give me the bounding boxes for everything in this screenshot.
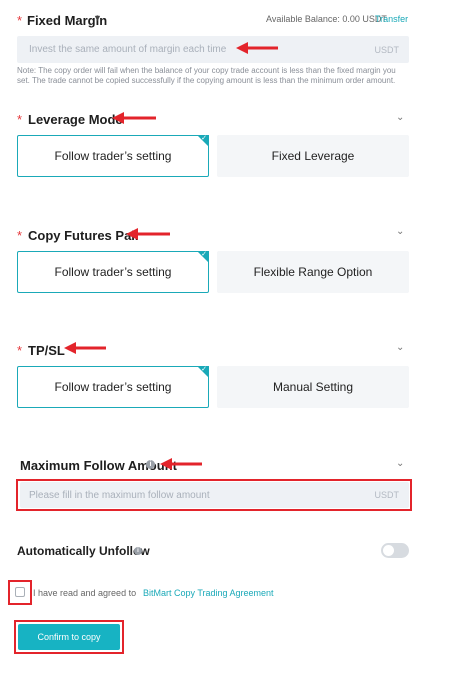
agreement-link[interactable]: BitMart Copy Trading Agreement: [143, 588, 274, 598]
fixed-margin-placeholder: Invest the same amount of margin each ti…: [29, 44, 227, 55]
required-star: *: [17, 13, 23, 28]
tpsl-option-follow[interactable]: Follow trader’s setting ✓: [17, 366, 209, 408]
required-star: *: [17, 228, 23, 243]
leverage-option-fixed[interactable]: Fixed Leverage: [217, 135, 409, 177]
check-icon: ✓: [201, 251, 207, 258]
fixed-margin-unit: USDT: [374, 44, 400, 55]
agreement-text: I have read and agreed to: [33, 588, 137, 598]
available-balance: Available Balance: 0.00 USDT: [266, 14, 387, 24]
check-icon: ✓: [201, 366, 207, 373]
caret-down-icon[interactable]: ▼: [93, 13, 102, 23]
info-icon[interactable]: i: [146, 460, 155, 469]
leverage-option-follow-label: Follow trader’s setting: [54, 149, 172, 163]
fixed-margin-note: Note: The copy order will fail when the …: [17, 66, 396, 85]
leverage-option-follow[interactable]: Follow trader’s setting ✓: [17, 135, 209, 177]
red-arrow-icon: [160, 458, 202, 470]
red-arrow-icon: [112, 112, 156, 124]
agreement-checkbox[interactable]: [15, 587, 25, 597]
info-icon[interactable]: i: [134, 547, 142, 555]
tpsl-option-follow-label: Follow trader’s setting: [54, 380, 172, 394]
fixed-margin-input[interactable]: Invest the same amount of margin each ti…: [17, 36, 409, 63]
leverage-option-fixed-label: Fixed Leverage: [271, 149, 355, 163]
chevron-down-icon[interactable]: ⌄: [396, 342, 404, 353]
check-icon: ✓: [201, 135, 207, 142]
confirm-to-copy-button[interactable]: Confirm to copy: [18, 624, 120, 650]
tpsl-option-manual-label: Manual Setting: [272, 380, 354, 394]
annotation-box: [16, 479, 412, 511]
chevron-down-icon[interactable]: ⌄: [396, 458, 404, 469]
pair-option-flexible-label: Flexible Range Option: [253, 265, 373, 279]
red-arrow-icon: [236, 42, 278, 54]
pair-option-follow-label: Follow trader’s setting: [54, 265, 172, 279]
required-star: *: [17, 343, 23, 358]
auto-unfollow-label: Automatically Unfollow: [17, 544, 150, 558]
red-arrow-icon: [126, 228, 170, 240]
tpsl-label: TP/SL: [28, 343, 65, 358]
pair-option-flexible[interactable]: Flexible Range Option: [217, 251, 409, 293]
chevron-down-icon[interactable]: ⌄: [396, 112, 404, 123]
leverage-mode-label: Leverage Mode: [28, 112, 123, 127]
auto-unfollow-toggle[interactable]: [381, 543, 409, 558]
red-arrow-icon: [64, 342, 106, 354]
toggle-knob: [383, 545, 394, 556]
pair-option-follow[interactable]: Follow trader’s setting ✓: [17, 251, 209, 293]
chevron-down-icon[interactable]: ⌄: [396, 226, 404, 237]
tpsl-option-manual[interactable]: Manual Setting: [217, 366, 409, 408]
required-star: *: [17, 112, 23, 127]
transfer-link[interactable]: Transfer: [375, 14, 408, 24]
